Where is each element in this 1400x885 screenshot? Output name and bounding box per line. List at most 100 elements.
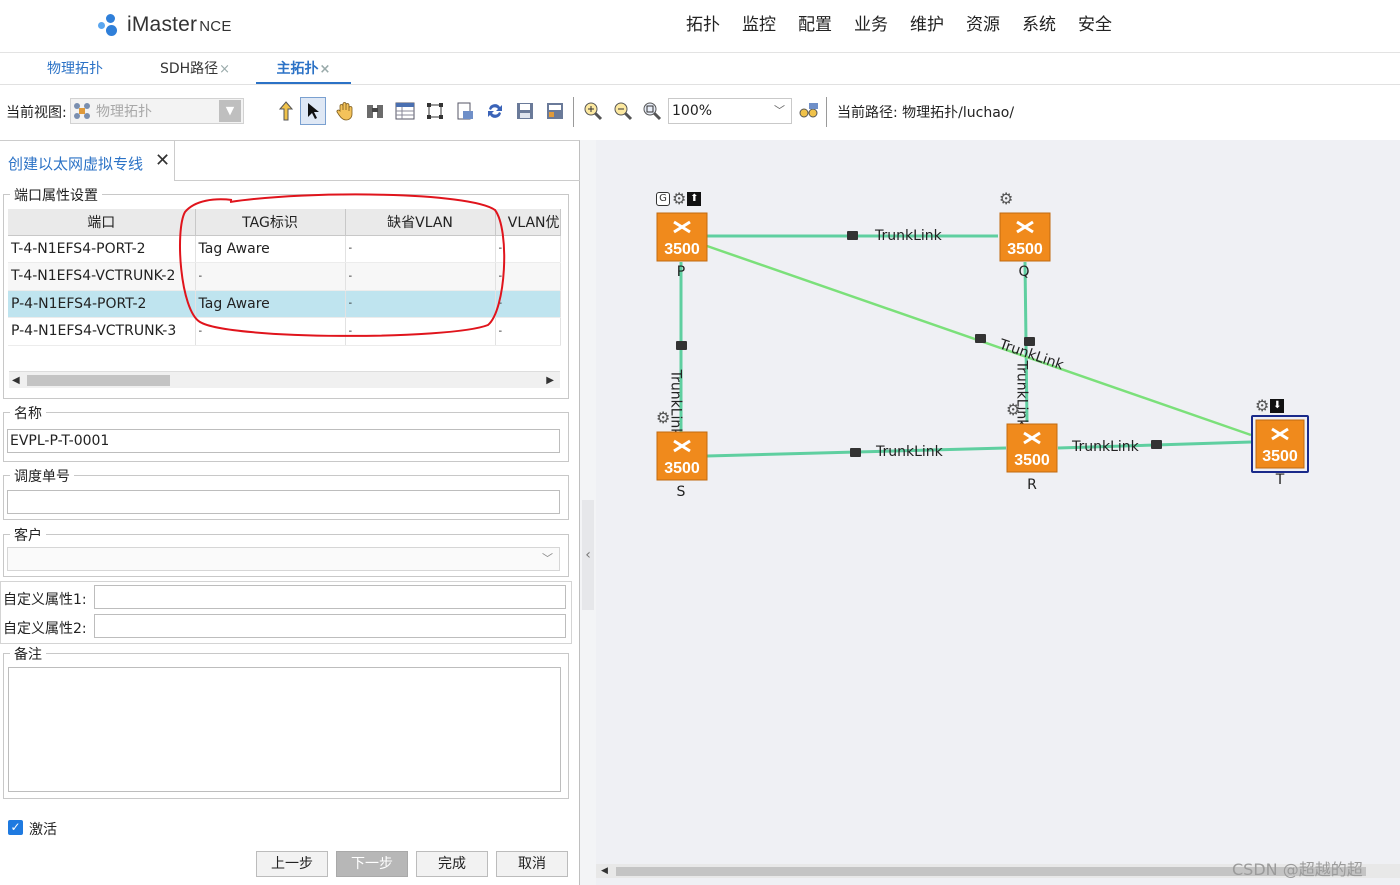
scroll-left-icon[interactable]: ◀ — [12, 372, 20, 389]
topology-links — [679, 234, 1252, 458]
scrollbar-thumb[interactable] — [27, 375, 170, 386]
link-label: TrunkLink — [875, 228, 942, 244]
chevron-down-icon: ﹀ — [774, 104, 785, 117]
prev-button[interactable]: 上一步 — [256, 851, 328, 877]
link-status-icon — [975, 334, 986, 343]
topology-view-icon — [73, 102, 91, 120]
table-horizontal-scrollbar[interactable]: ◀ ▶ — [9, 371, 560, 388]
menu-security[interactable]: 安全 — [1078, 11, 1112, 39]
column-header-port[interactable]: 端口 — [8, 209, 196, 236]
chevron-down-icon: ﹀ — [542, 552, 553, 565]
zoom-out-icon[interactable] — [610, 97, 636, 125]
view-select-value: 物理拓扑 — [96, 104, 152, 120]
binoculars-icon[interactable] — [362, 97, 388, 125]
remark-textarea[interactable] — [8, 667, 561, 792]
next-button[interactable]: 下一步 — [336, 851, 408, 877]
export-image-icon[interactable] — [452, 97, 478, 125]
select-pointer-icon[interactable] — [300, 97, 326, 125]
svg-text:3500: 3500 — [1014, 452, 1050, 469]
node-label-r: R — [1027, 477, 1037, 493]
scroll-left-icon[interactable]: ◀ — [601, 864, 608, 878]
main-menu: 拓扑 监控 配置 业务 维护 资源 系统 安全 — [686, 11, 1134, 39]
panel-tab[interactable]: 创建以太网虚拟专线 ✕ — [0, 141, 175, 181]
menu-system[interactable]: 系统 — [1022, 11, 1056, 39]
cell-port: P-4-N1EFS4-VCTRUNK-3 — [8, 317, 196, 346]
custom-attr2-input[interactable] — [94, 614, 566, 638]
name-label: 名称 — [10, 403, 46, 423]
link-status-icon — [1151, 440, 1162, 449]
svg-text:3500: 3500 — [664, 241, 700, 258]
app-logo: iMaster NCE — [97, 10, 232, 40]
link-label: TrunkLink — [876, 444, 943, 460]
node-label-s: S — [676, 484, 686, 500]
link-label: TrunkLink — [1072, 439, 1139, 455]
top-header: iMaster NCE 拓扑 监控 配置 业务 维护 资源 系统 安全 — [0, 0, 1400, 53]
gear-icon: ⚙ — [999, 189, 1014, 208]
zoom-in-icon[interactable] — [580, 97, 606, 125]
node-label-t: T — [1275, 472, 1285, 488]
node-t[interactable]: ⚙ ⬇ 3500 — [1251, 398, 1309, 473]
menu-topology[interactable]: 拓扑 — [686, 11, 720, 39]
table-view-icon[interactable] — [392, 97, 418, 125]
finish-button[interactable]: 完成 — [416, 851, 488, 877]
pan-hand-icon[interactable] — [332, 97, 358, 125]
router-3500-icon: 3500 — [656, 212, 708, 262]
scroll-right-icon[interactable]: ▶ — [546, 372, 554, 389]
tab-sdh-path[interactable]: SDH路径× — [145, 54, 245, 84]
link-status-icon — [850, 448, 861, 457]
link-status-icon — [847, 231, 858, 240]
close-icon[interactable]: ✕ — [155, 150, 170, 171]
menu-monitor[interactable]: 监控 — [742, 11, 776, 39]
gear-icon: ⚙ — [1006, 400, 1021, 419]
menu-service[interactable]: 业务 — [854, 11, 888, 39]
node-p[interactable]: G ⚙ ⬆ 3500 — [656, 191, 708, 264]
tab-physical-topology[interactable]: 物理拓扑 — [30, 54, 120, 84]
find-node-icon[interactable] — [796, 97, 822, 125]
logo-mark-icon — [97, 13, 121, 37]
close-icon[interactable]: × — [219, 62, 230, 77]
menu-maintenance[interactable]: 维护 — [910, 11, 944, 39]
menu-config[interactable]: 配置 — [798, 11, 832, 39]
node-r[interactable]: ⚙ 3500 — [1006, 402, 1058, 475]
node-s[interactable]: ⚙ 3500 — [656, 410, 708, 483]
current-path-label: 当前路径: 物理拓扑/luchao/ — [837, 105, 1015, 121]
router-3500-icon: 3500 — [656, 431, 708, 481]
svg-text:3500: 3500 — [664, 460, 700, 477]
layout-icon[interactable] — [542, 97, 568, 125]
port-settings-title: 端口属性设置 — [10, 185, 102, 205]
toolbar-separator — [573, 97, 574, 127]
panel-splitter[interactable]: ‹ — [580, 140, 596, 885]
customer-select[interactable]: ﹀ — [7, 547, 560, 571]
save-icon[interactable] — [512, 97, 538, 125]
panel-tab-title: 创建以太网虚拟专线 — [8, 155, 144, 173]
view-tabs: 物理拓扑 SDH路径× 主拓扑× — [0, 54, 1400, 85]
remark-label: 备注 — [10, 644, 46, 664]
customer-label: 客户 — [10, 525, 46, 545]
panel-tab-divider — [175, 180, 580, 181]
dispatch-number-input[interactable] — [7, 490, 560, 514]
go-up-icon[interactable] — [273, 97, 299, 125]
node-q[interactable]: ⚙ 3500 — [999, 191, 1051, 264]
view-select[interactable]: 物理拓扑 ▼ — [70, 98, 244, 124]
zoom-fit-icon[interactable] — [639, 97, 665, 125]
custom-attr1-input[interactable] — [94, 585, 566, 609]
logo-text: iMaster NCE — [127, 13, 232, 36]
topology-canvas[interactable]: TrunkLink TrunkLink TrunkLink TrunkLink … — [596, 140, 1400, 885]
name-input[interactable]: EVPL-P-T-0001 — [7, 429, 560, 453]
activate-checkbox[interactable]: ✓ — [8, 820, 23, 835]
collapse-left-icon[interactable]: ‹ — [582, 500, 594, 610]
router-3500-icon: 3500 — [1255, 419, 1305, 469]
svg-text:3500: 3500 — [1262, 448, 1298, 465]
custom-attr2-label: 自定义属性2: — [3, 621, 87, 637]
red-annotation-circle — [179, 193, 506, 337]
upload-arrow-icon: ⬆ — [687, 192, 702, 206]
fit-selection-icon[interactable] — [422, 97, 448, 125]
menu-resource[interactable]: 资源 — [966, 11, 1000, 39]
tab-main-topology[interactable]: 主拓扑× — [256, 54, 351, 84]
zoom-select[interactable]: 100% ﹀ — [668, 98, 792, 124]
cancel-button[interactable]: 取消 — [496, 851, 568, 877]
close-icon[interactable]: × — [320, 62, 331, 77]
refresh-icon[interactable] — [482, 97, 508, 125]
node-label-p: P — [676, 264, 686, 280]
gear-icon: ⚙ — [1255, 396, 1270, 415]
